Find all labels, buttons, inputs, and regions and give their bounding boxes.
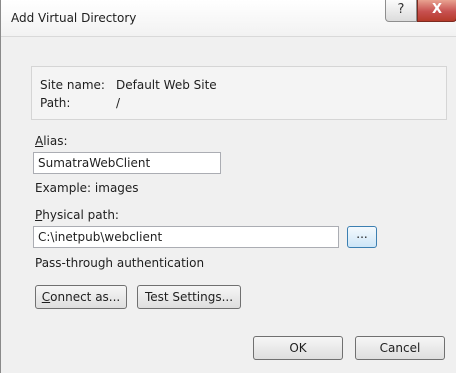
site-info-panel: Site name: Default Web Site Path: / — [31, 66, 447, 120]
close-button[interactable]: X — [417, 0, 456, 22]
path-value: / — [116, 96, 121, 110]
add-virtual-directory-dialog: Add Virtual Directory ? X Site name: Def… — [0, 0, 456, 373]
help-button[interactable]: ? — [385, 0, 417, 22]
ok-button[interactable]: OK — [253, 336, 343, 360]
window-title: Add Virtual Directory — [11, 11, 137, 25]
close-icon: X — [431, 2, 443, 17]
physical-path-label-text: hysical path: — [42, 208, 119, 222]
connect-as-button[interactable]: Connect as... — [35, 285, 127, 309]
browse-button[interactable]: ... — [347, 226, 377, 248]
path-label: Path: — [40, 96, 71, 110]
alias-example-text: Example: images — [35, 181, 139, 195]
physical-path-label: Physical path: — [35, 208, 119, 222]
physical-path-input[interactable]: C:\inetpub\webclient — [33, 226, 339, 248]
authentication-status-text: Pass-through authentication — [35, 256, 205, 270]
connect-as-accelerator: C — [41, 290, 51, 304]
site-name-value: Default Web Site — [116, 78, 217, 92]
alias-input[interactable]: SumatraWebClient — [33, 152, 221, 174]
connect-as-label: onnect as... — [50, 290, 121, 304]
ellipsis-icon: ... — [356, 227, 368, 241]
help-icon: ? — [397, 2, 405, 17]
cancel-button[interactable]: Cancel — [355, 336, 445, 360]
alias-label-text: lias: — [43, 134, 68, 148]
alias-label: Alias: — [35, 134, 68, 148]
test-settings-button[interactable]: Test Settings... — [137, 285, 241, 309]
site-name-label: Site name: — [40, 78, 105, 92]
alias-label-accelerator: A — [35, 134, 44, 148]
title-bar[interactable]: Add Virtual Directory ? X — [1, 0, 456, 37]
